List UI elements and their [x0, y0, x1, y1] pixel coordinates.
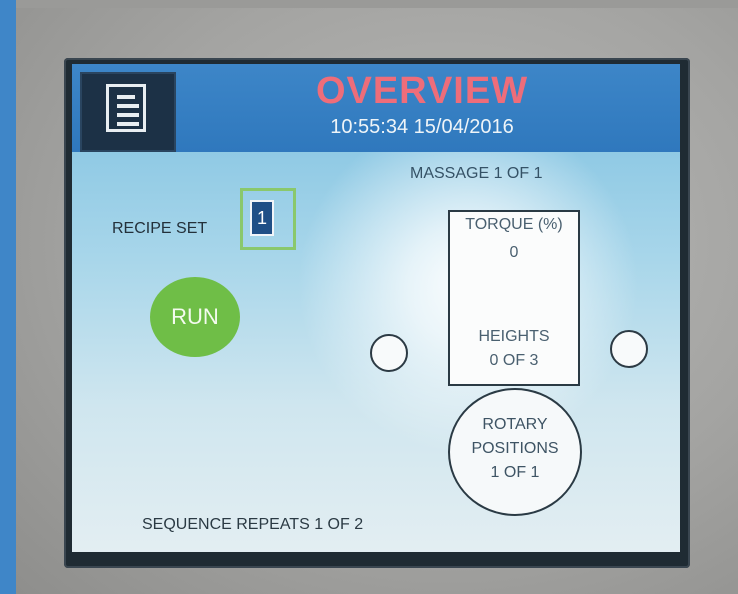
heights-label: HEIGHTS	[478, 328, 550, 345]
recipe-set-value[interactable]: 1	[250, 200, 274, 236]
torque-label: TORQUE (%)	[465, 216, 563, 233]
torque-panel: TORQUE (%) 0 HEIGHTS 0 OF 3	[448, 210, 580, 386]
massage-status: MASSAGE 1 OF 1	[410, 165, 543, 182]
torque-value: 0	[509, 244, 519, 261]
rotary-line-2: POSITIONS	[471, 440, 559, 457]
recipe-set-label: RECIPE SET	[112, 220, 208, 237]
background-strip	[0, 0, 16, 594]
status-indicator-right	[610, 330, 648, 368]
menu-list-icon	[106, 84, 146, 132]
header-bar: OVERVIEW 10:55:34 15/04/2016	[72, 64, 680, 152]
rotary-line-3: 1 OF 1	[490, 464, 540, 481]
hmi-screen: OVERVIEW 10:55:34 15/04/2016 MASSAGE 1 O…	[72, 64, 680, 552]
sequence-repeats-status: SEQUENCE REPEATS 1 OF 2	[142, 516, 364, 533]
date-time: 10:55:34 15/04/2016	[330, 116, 514, 138]
rotary-line-1: ROTARY	[482, 416, 548, 433]
status-indicator-left	[370, 334, 408, 372]
run-button[interactable]: RUN	[150, 277, 240, 357]
menu-button[interactable]	[80, 72, 176, 152]
rotary-positions-panel[interactable]: ROTARY POSITIONS 1 OF 1	[448, 388, 582, 516]
heights-value: 0 OF 3	[489, 352, 539, 369]
page-title: OVERVIEW	[315, 70, 529, 112]
